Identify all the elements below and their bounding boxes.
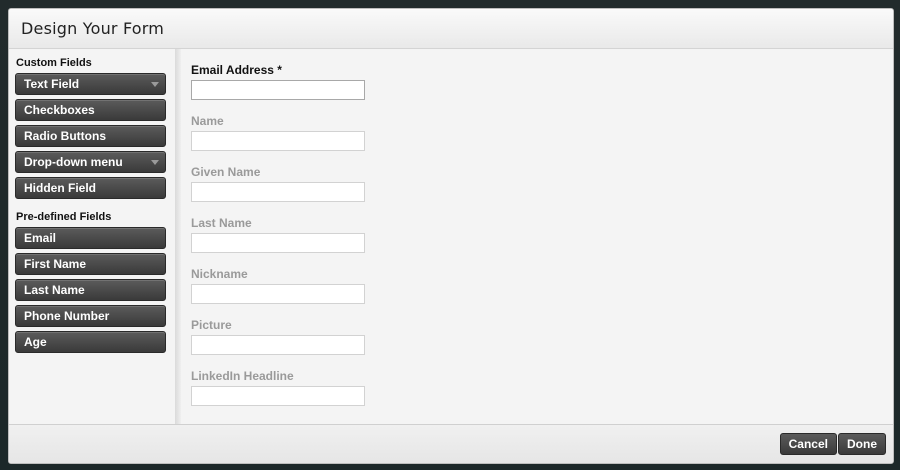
last-name-input[interactable] [191,233,365,253]
modal-header: Design Your Form [9,9,893,49]
done-button[interactable]: Done [838,433,886,455]
text-field-button[interactable]: Text Field [15,73,166,95]
design-form-modal: Design Your Form Custom Fields Text Fiel… [8,8,894,464]
hidden-field-button-label: Hidden Field [24,181,96,195]
linkedin-headline-input[interactable] [191,386,365,406]
modal-title: Design Your Form [21,19,165,38]
hidden-field-button[interactable]: Hidden Field [15,177,166,199]
form-field-row: Picture [191,318,881,355]
phone-number-button-label: Phone Number [24,309,110,323]
caret-down-icon [151,160,159,165]
email-button-label: Email [24,231,57,245]
field-palette-sidebar: Custom Fields Text Field Checkboxes Radi… [9,49,175,426]
cancel-button[interactable]: Cancel [779,433,837,455]
email-button[interactable]: Email [15,227,166,249]
form-field-row: Name [191,114,881,151]
dropdown-menu-button[interactable]: Drop-down menu [15,151,166,173]
last-name-button[interactable]: Last Name [15,279,166,301]
given-name-input[interactable] [191,182,365,202]
checkboxes-button-label: Checkboxes [24,103,95,117]
age-button-label: Age [24,335,47,349]
first-name-button-label: First Name [24,257,87,271]
phone-number-button[interactable]: Phone Number [15,305,166,327]
form-field-row: Nickname [191,267,881,304]
name-input[interactable] [191,131,365,151]
sidebar-divider [175,49,181,426]
modal-body: Custom Fields Text Field Checkboxes Radi… [9,49,893,426]
form-preview: Email Address * Name Given Name Last Nam… [191,63,881,420]
first-name-button[interactable]: First Name [15,253,166,275]
modal-footer: Cancel Done [9,424,893,463]
form-field-row: Email Address * [191,63,881,100]
predefined-fields-heading: Pre-defined Fields [16,211,112,223]
checkboxes-button[interactable]: Checkboxes [15,99,166,121]
form-field-row: Last Name [191,216,881,253]
last-name-label: Last Name [191,216,252,230]
nickname-input[interactable] [191,284,365,304]
linkedin-headline-label: LinkedIn Headline [191,369,294,383]
given-name-label: Given Name [191,165,261,179]
email-address-input[interactable] [191,80,365,100]
form-field-row: Given Name [191,165,881,202]
email-address-label: Email Address * [191,63,282,77]
radio-buttons-button[interactable]: Radio Buttons [15,125,166,147]
dropdown-menu-button-label: Drop-down menu [24,155,123,169]
form-field-row: LinkedIn Headline [191,369,881,406]
picture-label: Picture [191,318,232,332]
text-field-button-label: Text Field [24,77,80,91]
age-button[interactable]: Age [15,331,166,353]
radio-buttons-button-label: Radio Buttons [24,129,106,143]
custom-fields-heading: Custom Fields [16,57,92,69]
name-label: Name [191,114,224,128]
nickname-label: Nickname [191,267,248,281]
picture-input[interactable] [191,335,365,355]
caret-down-icon [151,82,159,87]
last-name-button-label: Last Name [24,283,85,297]
